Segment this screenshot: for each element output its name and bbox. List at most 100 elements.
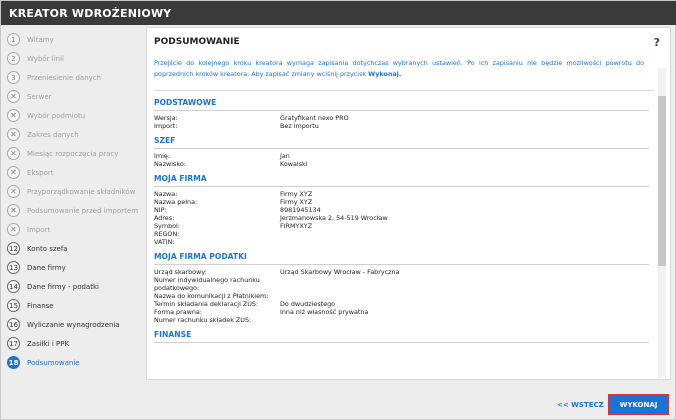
- summary-key: Wersja:: [154, 114, 178, 122]
- step-number-icon: 15: [7, 299, 20, 312]
- summary-key: Import:: [154, 122, 178, 130]
- execute-button[interactable]: WYKONAJ: [608, 394, 669, 415]
- skipped-step-icon: ✕: [7, 90, 20, 103]
- summary-row: Symbol: FIRMYXYZ: [154, 222, 649, 230]
- title-bar: KREATOR WDROŻENIOWY: [1, 1, 676, 25]
- summary-value: [280, 238, 649, 246]
- sidebar-step-label: Witamy: [27, 35, 54, 44]
- sidebar-step-label: Wyliczanie wynagrodzenia: [27, 320, 120, 329]
- sidebar-step-label: Zasiłki i PPK: [27, 339, 70, 348]
- summary-row: Numer indywidualnego rachunku: [154, 276, 649, 284]
- sidebar-step[interactable]: ✕ Serwer: [7, 87, 144, 106]
- summary-key: REGON:: [154, 230, 180, 238]
- summary-row: Numer rachunku składek ZUS:: [154, 316, 649, 324]
- summary-value: Bez importu: [280, 122, 319, 130]
- section-rows: Wersja: Gratyfikant nexo PRO Import: Bez im…: [154, 111, 649, 131]
- sidebar-step-label: Import: [27, 225, 51, 234]
- sidebar-step-label: Wybór podmiotu: [27, 111, 86, 120]
- sidebar-step-label: Dane firmy: [27, 263, 66, 272]
- sidebar-step-label: Eksport: [27, 168, 54, 177]
- sidebar-step-label: Podsumowanie: [27, 358, 80, 367]
- sidebar-step[interactable]: ✕ Eksport: [7, 163, 144, 182]
- sidebar-step[interactable]: 2 Wybór linii: [7, 49, 144, 68]
- sidebar-step[interactable]: 14 Dane firmy - podatki: [7, 277, 144, 296]
- summary-key: VATIN:: [154, 238, 175, 246]
- sidebar-step[interactable]: 18 Podsumowanie: [7, 353, 144, 372]
- summary-value: [280, 284, 649, 292]
- summary-key: Forma prawna:: [154, 308, 202, 316]
- section-rows: Urząd skarbowy: Urząd Skarbowy Wrocław - …: [154, 265, 649, 325]
- sidebar-step[interactable]: ✕ Zakres danych: [7, 125, 144, 144]
- step-number-icon: 17: [7, 337, 20, 350]
- sidebar-step-label: Konto szefa: [27, 244, 68, 253]
- footer-bar: << WSTECZ WYKONAJ: [146, 382, 676, 420]
- summary-value: 8981945134: [280, 206, 321, 214]
- summary-value: [280, 292, 649, 300]
- sidebar-step[interactable]: 15 Finanse: [7, 296, 144, 315]
- summary-row: Forma prawna: Inna niż własność prywatna: [154, 308, 649, 316]
- summary-key: Urząd skarbowy:: [154, 268, 207, 276]
- sidebar-step-label: Przeniesienie danych: [27, 73, 102, 82]
- sidebar-step[interactable]: 3 Przeniesienie danych: [7, 68, 144, 87]
- window-title: KREATOR WDROŻENIOWY: [9, 7, 172, 20]
- summary-row: podatkowego:: [154, 284, 649, 292]
- skipped-step-icon: ✕: [7, 204, 20, 217]
- sidebar-step-label: Finanse: [27, 301, 54, 310]
- summary-value: [280, 276, 649, 284]
- summary-value: Jerzmanowska 2, 54-519 Wrocław: [280, 214, 388, 222]
- step-number-icon: 1: [7, 33, 20, 46]
- scrollbar[interactable]: [658, 68, 666, 378]
- sidebar-step[interactable]: 1 Witamy: [7, 30, 144, 49]
- summary-key: Nazwa do komunikacji z Płatnikiem:: [154, 292, 269, 300]
- summary-value: Jan: [280, 152, 290, 160]
- summary-value: [280, 230, 649, 238]
- step-number-icon: 16: [7, 318, 20, 331]
- summary-row: Adres: Jerzmanowska 2, 54-519 Wrocław: [154, 214, 649, 222]
- summary-row: Urząd skarbowy: Urząd Skarbowy Wrocław - …: [154, 268, 649, 276]
- sidebar-step-label: Miesiąc rozpoczęcia pracy: [27, 149, 119, 158]
- sidebar-step-label: Przyporządkowanie składników: [27, 187, 136, 196]
- summary-key: podatkowego:: [154, 284, 200, 292]
- summary-row: VATIN:: [154, 238, 649, 246]
- summary-row: Nazwa: Firmy XYZ: [154, 190, 649, 198]
- steps-sidebar: 1 Witamy 2 Wybór linii 3 Przeniesienie danych…: [1, 25, 144, 380]
- sidebar-step-label: Serwer: [27, 92, 52, 101]
- summary-row: Imię: Jan: [154, 152, 649, 160]
- sidebar-step[interactable]: ✕ Wybór podmiotu: [7, 106, 144, 125]
- section-rows: Nazwa: Firmy XYZ Nazwa pełna: Firmy XYZ NIP:…: [154, 187, 649, 247]
- sidebar-step[interactable]: 16 Wyliczanie wynagrodzenia: [7, 315, 144, 334]
- sidebar-step[interactable]: 12 Konto szefa: [7, 239, 144, 258]
- sidebar-step[interactable]: 17 Zasiłki i PPK: [7, 334, 144, 353]
- summary-value: Urząd Skarbowy Wrocław - Fabryczna: [280, 268, 400, 276]
- back-button[interactable]: << WSTECZ: [557, 401, 604, 409]
- sidebar-step[interactable]: 13 Dane firmy: [7, 258, 144, 277]
- summary-key: NIP:: [154, 206, 167, 214]
- summary-key: Nazwisko:: [154, 160, 186, 168]
- sidebar-step[interactable]: ✕ Przyporządkowanie składników: [7, 182, 144, 201]
- summary-key: Termin składania deklaracji ZUS:: [154, 300, 259, 308]
- summary-key: Nazwa pełna:: [154, 198, 198, 206]
- summary-row: NIP: 8981945134: [154, 206, 649, 214]
- summary-row: Nazwisko: Kowalski: [154, 160, 649, 168]
- summary-value: Inna niż własność prywatna: [280, 308, 369, 316]
- section-heading: FINANSE: [154, 330, 649, 343]
- step-number-icon: 3: [7, 71, 20, 84]
- sidebar-step[interactable]: ✕ Import: [7, 220, 144, 239]
- summary-value: Do dwudziestego: [280, 300, 336, 308]
- skipped-step-icon: ✕: [7, 166, 20, 179]
- skipped-step-icon: ✕: [7, 147, 20, 160]
- sidebar-step[interactable]: ✕ Miesiąc rozpoczęcia pracy: [7, 144, 144, 163]
- step-number-icon: 18: [7, 356, 20, 369]
- summary-value: Kowalski: [280, 160, 308, 168]
- step-number-icon: 13: [7, 261, 20, 274]
- scrollbar-thumb[interactable]: [658, 96, 666, 266]
- sidebar-step-label: Podsumowanie przed importem: [27, 206, 139, 215]
- sidebar-step[interactable]: ✕ Podsumowanie przed importem: [7, 201, 144, 220]
- help-icon[interactable]: ?: [654, 36, 660, 49]
- summary-panel: PODSUMOWANIE ? Przejście do kolejnego kr…: [146, 27, 671, 380]
- section-heading: MOJA FIRMA PODATKI: [154, 252, 649, 265]
- skipped-step-icon: ✕: [7, 185, 20, 198]
- step-number-icon: 14: [7, 280, 20, 293]
- summary-row: Import: Bez importu: [154, 122, 649, 130]
- sidebar-step-label: Zakres danych: [27, 130, 79, 139]
